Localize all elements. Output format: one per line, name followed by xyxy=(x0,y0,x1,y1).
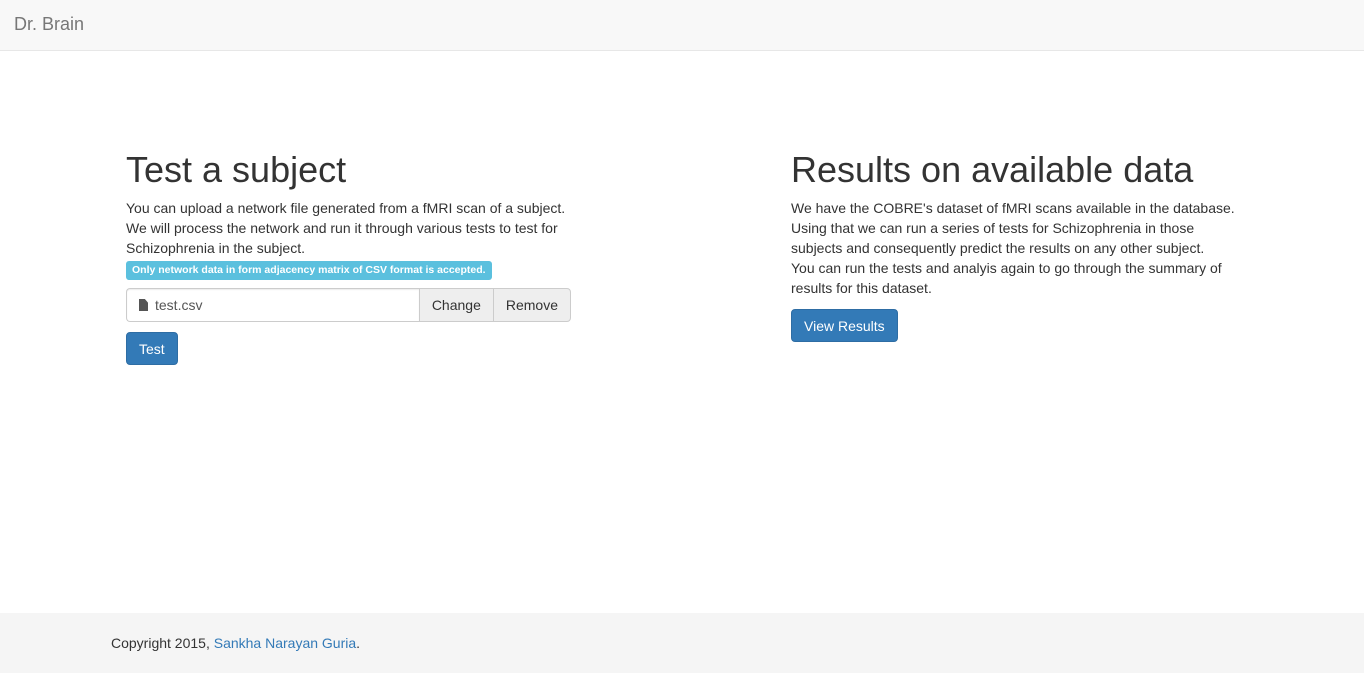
remove-file-button[interactable]: Remove xyxy=(492,288,571,322)
navbar-brand[interactable]: Dr. Brain xyxy=(14,14,84,34)
navbar: Dr. Brain xyxy=(0,0,1364,51)
change-file-button[interactable]: Change xyxy=(418,288,493,322)
test-subject-title: Test a subject xyxy=(126,149,347,190)
file-icon xyxy=(139,299,148,311)
test-button[interactable]: Test xyxy=(126,332,178,365)
results-paragraph-1: We have the COBRE's dataset of fMRI scan… xyxy=(791,200,1235,256)
test-subject-section: Test a subject You can upload a network … xyxy=(126,148,571,365)
copyright-suffix: . xyxy=(356,635,361,651)
results-section: Results on available data We have the CO… xyxy=(791,148,1241,342)
file-name: test.csv xyxy=(155,297,203,313)
file-name-display[interactable]: test.csv xyxy=(126,288,419,322)
file-input-group: test.csv Change Remove xyxy=(126,288,571,322)
footer: Copyright 2015, Sankha Narayan Guria. xyxy=(0,613,1364,673)
copyright-text: Copyright 2015, xyxy=(111,635,214,651)
test-subject-description: You can upload a network file generated … xyxy=(126,200,566,256)
footer-copyright: Copyright 2015, Sankha Narayan Guria. xyxy=(111,633,360,653)
format-info-label: Only network data in form adjacency matr… xyxy=(126,261,492,280)
view-results-button[interactable]: View Results xyxy=(791,309,898,342)
results-title: Results on available data xyxy=(791,149,1194,190)
results-paragraph-2: You can run the tests and analyis again … xyxy=(791,260,1222,296)
author-link[interactable]: Sankha Narayan Guria xyxy=(214,635,356,651)
